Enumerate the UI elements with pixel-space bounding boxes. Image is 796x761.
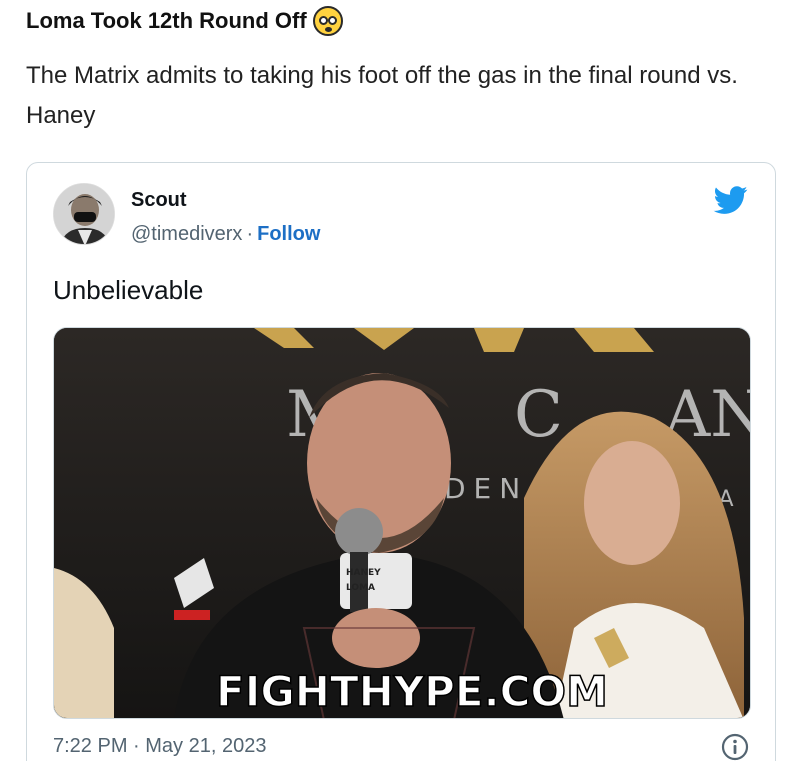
- mic-flag-label: HANEY: [346, 568, 381, 578]
- follow-button[interactable]: Follow: [257, 223, 320, 245]
- backdrop-letter: C: [514, 378, 563, 452]
- author-avatar[interactable]: [53, 183, 115, 245]
- tweet-text: Unbelievable: [53, 275, 204, 305]
- tweet-timestamp[interactable]: 7:22 PM · May 21, 2023: [53, 735, 266, 758]
- mic-flag-label: LOMA: [346, 583, 375, 593]
- post-body-text: The Matrix admits to taking his foot off…: [26, 62, 738, 129]
- author-handle-line: @timediverx · Follow: [131, 223, 320, 246]
- flushed-face-emoji-icon: [312, 6, 343, 36]
- twitter-bird-icon[interactable]: [713, 183, 749, 217]
- info-icon[interactable]: [721, 733, 749, 761]
- post-title-text[interactable]: Loma Took 12th Round Off: [26, 8, 307, 34]
- handle-separator: ·: [246, 223, 254, 245]
- backdrop-letter: DEN: [444, 472, 528, 505]
- author-name[interactable]: Scout: [131, 189, 187, 212]
- video-watermark: FIGHTHYPE.COM: [216, 667, 608, 716]
- embedded-tweet-card[interactable]: Scout @timediverx·Follow Unbelievable: [26, 162, 776, 761]
- tweet-video-thumbnail[interactable]: M C AN DEN NA HANEY LOMA: [53, 327, 751, 719]
- post-title[interactable]: Loma Took 12th Round Off: [26, 6, 343, 36]
- author-handle[interactable]: @timediverx: [131, 223, 242, 245]
